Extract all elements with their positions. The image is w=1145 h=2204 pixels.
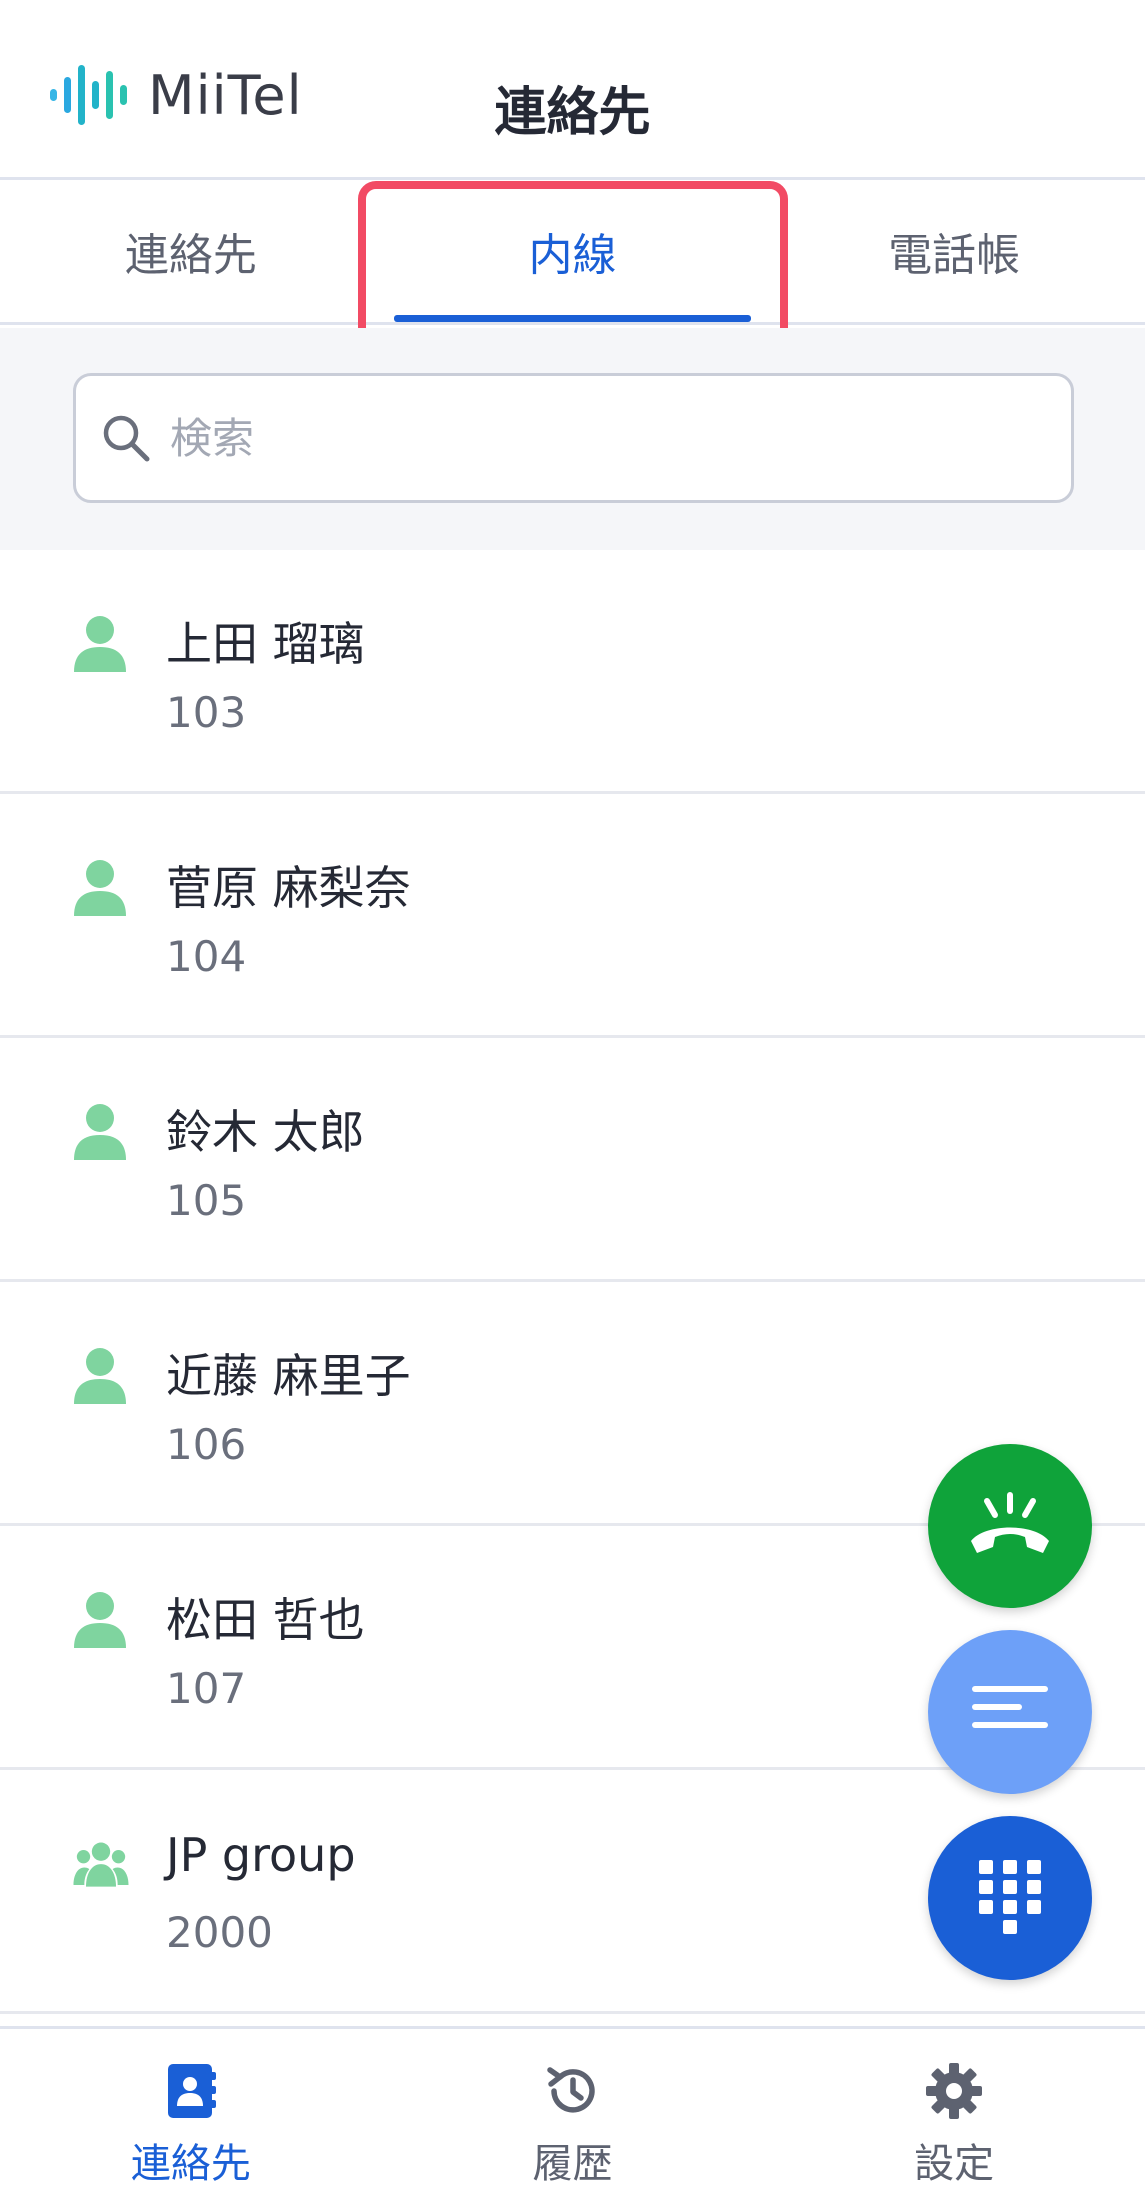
tab-contacts[interactable]: 連絡先 (0, 180, 382, 322)
contact-name: 松田 哲也 (166, 1593, 365, 1647)
person-icon (74, 1592, 126, 1648)
tab-label: 電話帳 (888, 230, 1021, 281)
list-item[interactable]: 上田 瑠璃 103 (0, 550, 1145, 794)
extension-number: 105 (166, 1176, 247, 1225)
nav-item-settings[interactable]: 設定 (763, 2029, 1145, 2204)
extension-number: 103 (166, 688, 247, 737)
nav-label: 設定 (914, 2141, 995, 2187)
person-icon (74, 1104, 126, 1160)
list-item[interactable]: 菅原 麻梨奈 104 (0, 794, 1145, 1038)
contact-name: 近藤 麻里子 (166, 1349, 411, 1403)
person-icon (74, 1348, 126, 1404)
search-input[interactable] (170, 413, 1050, 463)
contact-name: 鈴木 太郎 (166, 1105, 365, 1159)
extension-number: 106 (166, 1420, 247, 1469)
ringing-phone-icon (971, 1492, 1049, 1553)
person-icon (74, 860, 126, 916)
search-box[interactable] (73, 373, 1074, 503)
list-item[interactable]: 鈴木 太郎 105 (0, 1038, 1145, 1282)
text-lines-icon (972, 1686, 1048, 1728)
page-title: 連絡先 (494, 83, 651, 143)
dialpad-button[interactable] (928, 1816, 1092, 1980)
extension-number: 2000 (166, 1908, 273, 1957)
extension-list: 上田 瑠璃 103 菅原 麻梨奈 104 鈴木 太郎 105 近藤 麻里子 10… (0, 550, 1145, 2014)
tab-bar: 連絡先 内線 電話帳 (0, 180, 1145, 325)
tab-label: 内線 (528, 230, 617, 281)
bottom-nav: 連絡先 履歴 設定 (0, 2026, 1145, 2204)
notes-button[interactable] (928, 1630, 1092, 1794)
extension-number: 104 (166, 932, 247, 981)
search-area (0, 328, 1145, 550)
active-tab-underline (393, 315, 752, 322)
tab-label: 連絡先 (124, 230, 257, 281)
tab-phonebook[interactable]: 電話帳 (763, 180, 1145, 322)
nav-label: 履歴 (532, 2141, 613, 2187)
app-header: MiiTel 連絡先 (0, 0, 1145, 180)
person-icon (74, 616, 126, 672)
tab-extensions[interactable]: 内線 (382, 180, 764, 322)
contacts-book-icon (161, 2061, 221, 2121)
contact-name: JP group (166, 1828, 356, 1882)
nav-item-history[interactable]: 履歴 (382, 2029, 764, 2204)
gear-icon (924, 2061, 984, 2121)
extension-number: 107 (166, 1664, 247, 1713)
history-icon (543, 2061, 603, 2121)
search-icon (98, 410, 154, 466)
incoming-call-button[interactable] (928, 1444, 1092, 1608)
group-icon (73, 1842, 129, 1887)
contact-name: 上田 瑠璃 (166, 617, 365, 671)
contact-name: 菅原 麻梨奈 (166, 861, 411, 915)
nav-label: 連絡先 (130, 2141, 251, 2187)
nav-item-contacts[interactable]: 連絡先 (0, 2029, 382, 2204)
dialpad-icon (979, 1860, 1041, 1934)
